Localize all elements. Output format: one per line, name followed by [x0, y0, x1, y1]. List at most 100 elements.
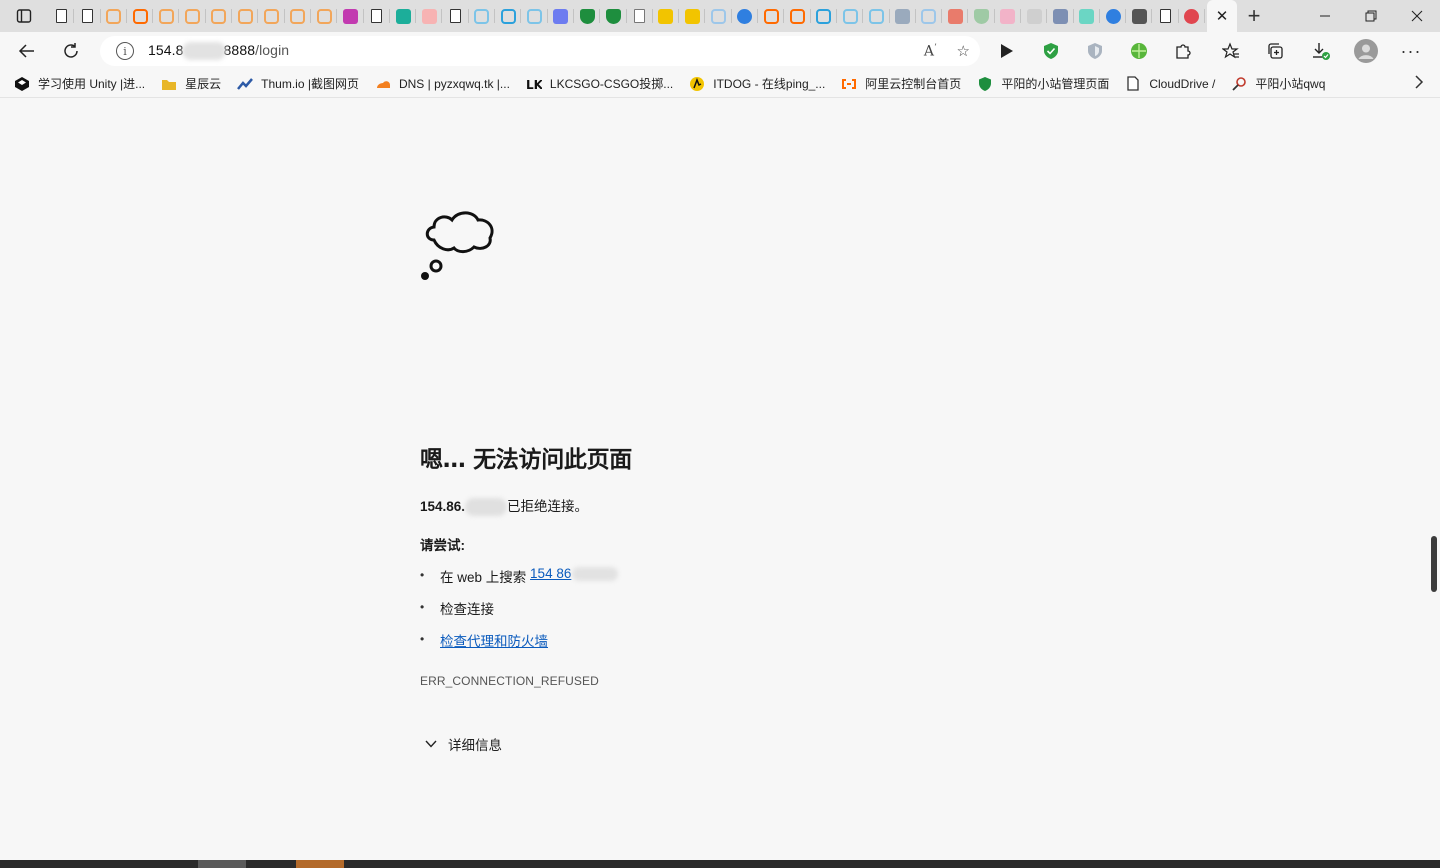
- read-aloud-icon[interactable]: Aʼ: [924, 43, 937, 60]
- pinned-tab[interactable]: [232, 0, 259, 32]
- pinned-tab[interactable]: [206, 0, 233, 32]
- check-proxy-link[interactable]: 检查代理和防火墙: [440, 630, 548, 650]
- pinned-tab[interactable]: [495, 0, 522, 32]
- details-toggle[interactable]: 详细信息: [424, 734, 502, 754]
- back-button[interactable]: [12, 36, 42, 66]
- bookmark-item[interactable]: 星辰云: [161, 75, 221, 92]
- minimize-button[interactable]: [1302, 0, 1348, 32]
- collections-icon: [1268, 43, 1283, 59]
- pinned-tab[interactable]: [285, 0, 312, 32]
- extension-shield-green[interactable]: [1036, 36, 1066, 66]
- bookmark-item[interactable]: 平阳的小站管理页面: [977, 75, 1109, 92]
- pinned-tab[interactable]: [311, 0, 338, 32]
- downloads-button[interactable]: [1306, 36, 1336, 66]
- search-web-link[interactable]: 154 86: [530, 566, 619, 582]
- pinned-tab[interactable]: [337, 0, 364, 32]
- tab-aliyun-icon: [158, 8, 174, 24]
- pinned-tab[interactable]: [1074, 0, 1101, 32]
- bookmark-item[interactable]: 平阳小站qwq: [1231, 75, 1325, 92]
- pinned-tab[interactable]: [1100, 0, 1127, 32]
- cloudflare-icon: [375, 76, 391, 92]
- pinned-tab[interactable]: [521, 0, 548, 32]
- pinned-tab[interactable]: [758, 0, 785, 32]
- tab-page-icon: [371, 9, 383, 23]
- bookmark-item[interactable]: CloudDrive /: [1125, 76, 1215, 92]
- pinned-tab[interactable]: [627, 0, 654, 32]
- pinned-tab[interactable]: [705, 0, 733, 32]
- pinned-tab[interactable]: [732, 0, 759, 32]
- pinned-tab[interactable]: [916, 0, 943, 32]
- pinned-tab[interactable]: [101, 0, 128, 32]
- refresh-button[interactable]: [56, 36, 86, 66]
- bookmark-item[interactable]: DNS | pyzxqwq.tk |...: [375, 76, 510, 92]
- pinned-tab[interactable]: [679, 0, 706, 32]
- bookmark-item[interactable]: ITDOG - 在线ping_...: [689, 75, 825, 92]
- pinned-tab[interactable]: [995, 0, 1022, 32]
- collections-button[interactable]: [1260, 36, 1290, 66]
- site-info-icon[interactable]: i: [116, 42, 134, 60]
- pinned-tab[interactable]: [153, 0, 180, 32]
- new-tab-button[interactable]: +: [1237, 0, 1271, 32]
- scrollbar-thumb[interactable]: [1431, 536, 1437, 592]
- pinned-tab[interactable]: [1179, 0, 1206, 32]
- tab-app-icon: [947, 8, 963, 24]
- extension-shield-grey[interactable]: [1080, 36, 1110, 66]
- pinned-tab[interactable]: [179, 0, 207, 32]
- active-tab[interactable]: ✕: [1207, 0, 1238, 32]
- taskbar-item[interactable]: [198, 860, 246, 868]
- extensions-button[interactable]: [1168, 36, 1198, 66]
- bookmark-item[interactable]: 学习使用 Unity |进...: [14, 75, 145, 92]
- pinned-tab[interactable]: [258, 0, 285, 32]
- vertical-scrollbar[interactable]: [1428, 98, 1440, 860]
- refresh-icon: [64, 43, 78, 58]
- pinned-tab[interactable]: [127, 0, 154, 32]
- extension-green-circle[interactable]: [1124, 36, 1154, 66]
- close-window-button[interactable]: [1394, 0, 1440, 32]
- pinned-tab[interactable]: [1126, 0, 1153, 32]
- pinned-tab[interactable]: [968, 0, 995, 32]
- address-bar[interactable]: i 154.8 8888/login Aʼ ☆: [100, 36, 980, 66]
- bookmarks-overflow-chevron-icon[interactable]: [1414, 75, 1424, 94]
- tab-itdog-icon: [658, 8, 674, 24]
- pinned-tab[interactable]: [942, 0, 969, 32]
- pinned-tab[interactable]: [469, 0, 496, 32]
- pinned-tab[interactable]: [811, 0, 838, 32]
- pinned-tab[interactable]: [548, 0, 575, 32]
- favorites-button[interactable]: [1216, 36, 1246, 66]
- pinned-tab[interactable]: [863, 0, 890, 32]
- pinned-tab[interactable]: [442, 0, 470, 32]
- bookmark-item[interactable]: 阿里云控制台首页: [841, 75, 961, 92]
- pinned-tab[interactable]: [390, 0, 417, 32]
- avatar: [1354, 39, 1378, 63]
- settings-menu-button[interactable]: ···: [1396, 36, 1426, 66]
- restore-button[interactable]: [1348, 0, 1394, 32]
- folder-icon: [161, 76, 177, 92]
- restore-icon: [1365, 10, 1377, 22]
- pinned-tab[interactable]: [364, 0, 391, 32]
- media-play-button[interactable]: [992, 36, 1022, 66]
- tab-app-icon: [395, 8, 411, 24]
- close-tab-icon[interactable]: ✕: [1216, 7, 1229, 25]
- pinned-tab[interactable]: [574, 0, 601, 32]
- profile-button[interactable]: [1351, 36, 1381, 66]
- pinned-tab[interactable]: [890, 0, 917, 32]
- error-host: 154.86.: [420, 499, 466, 514]
- tab-aliyun-icon: [763, 8, 779, 24]
- pinned-tab[interactable]: [1021, 0, 1048, 32]
- pinned-tab[interactable]: [74, 0, 101, 32]
- tab-actions-button[interactable]: [0, 0, 48, 32]
- bookmark-item[interactable]: LK LKCSGO-CSGO投掷...: [526, 75, 673, 92]
- pinned-tab[interactable]: [600, 0, 627, 32]
- pinned-tab[interactable]: [1047, 0, 1074, 32]
- add-favorite-icon[interactable]: ☆: [957, 42, 970, 60]
- pinned-tab[interactable]: [653, 0, 680, 32]
- download-icon: [1313, 43, 1330, 60]
- address-text[interactable]: 154.8 8888/login: [148, 42, 289, 61]
- bookmark-item[interactable]: Thum.io |截图网页: [237, 75, 359, 92]
- pinned-tab[interactable]: [784, 0, 811, 32]
- pinned-tab[interactable]: [48, 0, 75, 32]
- pinned-tab[interactable]: [837, 0, 864, 32]
- pinned-tab[interactable]: [416, 0, 443, 32]
- taskbar-item[interactable]: [296, 860, 344, 868]
- pinned-tab[interactable]: [1152, 0, 1180, 32]
